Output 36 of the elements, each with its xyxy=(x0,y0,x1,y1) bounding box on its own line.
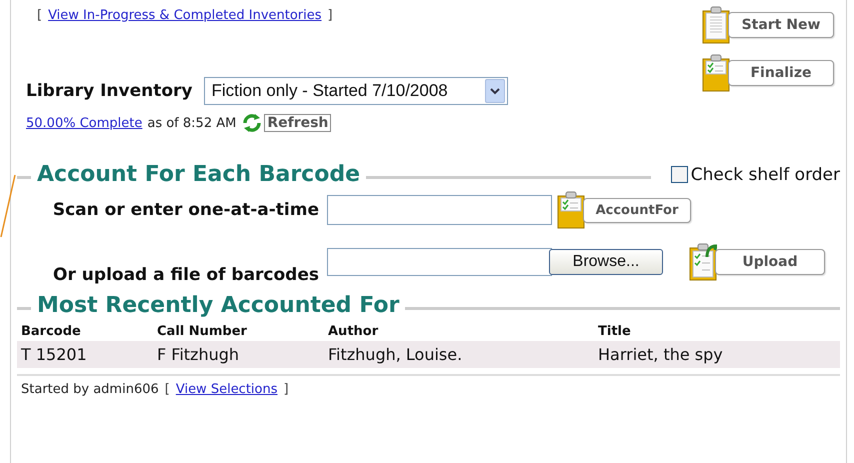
progress-link[interactable]: 50.00% Complete xyxy=(26,116,142,130)
clipboard-icon xyxy=(689,243,717,281)
scan-label: Scan or enter one-at-a-time xyxy=(52,200,320,220)
table-cell: Harriet, the spy xyxy=(594,341,840,368)
refresh-icon xyxy=(241,113,264,133)
section-title: Account For Each Barcode xyxy=(37,162,360,187)
inventory-label: Library Inventory xyxy=(26,81,192,101)
file-input[interactable] xyxy=(327,248,552,276)
started-by-text: Started by admin606 xyxy=(21,382,159,397)
column-header: Barcode xyxy=(20,323,82,341)
shelf-order-checkbox[interactable]: Check shelf order xyxy=(670,164,840,184)
section-title: Most Recently Accounted For xyxy=(37,293,400,318)
clipboard-icon xyxy=(702,54,730,92)
view-selections-link[interactable]: View Selections xyxy=(176,382,278,397)
leader-line xyxy=(0,174,16,238)
column-header: Title xyxy=(597,323,632,341)
bracket: [ xyxy=(37,8,42,23)
bracket: [ xyxy=(164,382,170,397)
table-cell: T 15201 xyxy=(17,341,153,368)
checkbox[interactable] xyxy=(670,166,688,183)
progress-time: as of 8:52 AM xyxy=(147,116,236,130)
upload-label: Or upload a file of barcodes xyxy=(52,264,320,285)
inventories-link[interactable]: View In-Progress & Completed Inventories xyxy=(48,8,322,23)
account-for-button[interactable]: AccountFor xyxy=(557,191,840,229)
bracket: ] xyxy=(328,8,333,23)
inventory-select[interactable]: Fiction only - Started 7/10/2008 xyxy=(204,77,508,105)
table-cell: F Fitzhugh xyxy=(153,341,324,368)
dropdown-caret-icon xyxy=(485,79,506,103)
column-header: Call Number xyxy=(156,323,248,341)
browse-button[interactable]: Browse... xyxy=(549,249,663,275)
barcode-input[interactable] xyxy=(327,195,552,225)
table-cell: Fitzhugh, Louise. xyxy=(324,341,594,368)
clipboard-icon xyxy=(557,191,585,229)
column-header: Author xyxy=(327,323,380,341)
clipboard-icon xyxy=(702,6,730,44)
bracket: ] xyxy=(284,382,289,397)
